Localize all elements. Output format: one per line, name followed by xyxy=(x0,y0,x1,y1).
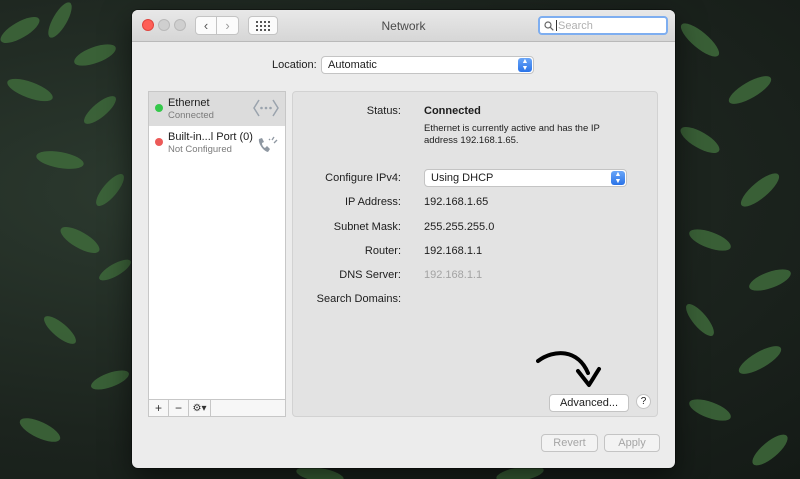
title-bar: ‹ › Network Search xyxy=(132,10,675,42)
search-icon xyxy=(544,20,554,31)
location-label: Location: xyxy=(272,59,317,71)
search-input[interactable]: Search xyxy=(538,16,668,35)
action-menu-button[interactable]: ⚙︎▾ xyxy=(189,400,211,416)
search-placeholder: Search xyxy=(558,19,593,32)
status-description: Ethernet is currently active and has the… xyxy=(424,123,600,146)
location-value: Automatic xyxy=(328,59,377,71)
dns-server-value: 192.168.1.1 xyxy=(424,269,483,281)
status-dot-icon xyxy=(155,104,163,112)
search-domains-label: Search Domains: xyxy=(316,293,401,305)
service-item-built-in-port[interactable]: Built-in...l Port (0) Not Configured xyxy=(149,126,285,160)
help-button[interactable]: ? xyxy=(636,394,651,409)
status-dot-icon xyxy=(155,138,163,146)
service-status: Connected xyxy=(168,110,214,121)
gear-icon: ⚙︎▾ xyxy=(192,402,207,414)
ip-address-value: 192.168.1.65 xyxy=(424,196,489,208)
apply-button[interactable]: Apply xyxy=(604,434,660,452)
service-name: Ethernet xyxy=(168,97,210,109)
phone-modem-icon xyxy=(258,136,278,152)
network-services-list: Ethernet Connected Built-in...l Port (0)… xyxy=(148,91,286,417)
dns-server-label: DNS Server: xyxy=(339,269,401,281)
status-value: Connected xyxy=(424,105,481,117)
configure-ipv4-label: Configure IPv4: xyxy=(325,172,401,184)
subnet-mask-label: Subnet Mask: xyxy=(333,221,401,233)
router-value: 192.168.1.1 xyxy=(424,245,483,257)
configure-ipv4-value: Using DHCP xyxy=(431,172,494,184)
revert-button[interactable]: Revert xyxy=(541,434,598,452)
router-label: Router: xyxy=(364,245,401,257)
advanced-button[interactable]: Advanced... xyxy=(549,394,629,412)
configure-ipv4-select[interactable]: Using DHCP ▲ ▼ xyxy=(424,169,627,187)
updown-arrows-icon: ▲ ▼ xyxy=(518,58,532,72)
ip-address-label: IP Address: xyxy=(344,196,401,208)
add-service-button[interactable]: + xyxy=(149,400,169,416)
remove-service-button[interactable]: − xyxy=(169,400,189,416)
location-select[interactable]: Automatic ▲ ▼ xyxy=(321,56,534,74)
curved-arrow-annotation xyxy=(536,351,601,387)
subnet-mask-value: 255.255.255.0 xyxy=(424,221,495,233)
sidebar-toolbar: + − ⚙︎▾ xyxy=(149,399,285,416)
updown-arrows-icon: ▲ ▼ xyxy=(611,171,625,185)
ethernet-icon xyxy=(253,99,279,117)
service-status: Not Configured xyxy=(168,144,232,155)
text-cursor xyxy=(556,20,557,31)
service-item-ethernet[interactable]: Ethernet Connected xyxy=(149,92,285,126)
status-label: Status: xyxy=(366,105,401,117)
service-name: Built-in...l Port (0) xyxy=(168,131,253,143)
service-details-panel: Status: Connected Ethernet is currently … xyxy=(292,91,658,417)
network-preferences-window: ‹ › Network Search Location: Automatic ▲… xyxy=(132,10,675,468)
